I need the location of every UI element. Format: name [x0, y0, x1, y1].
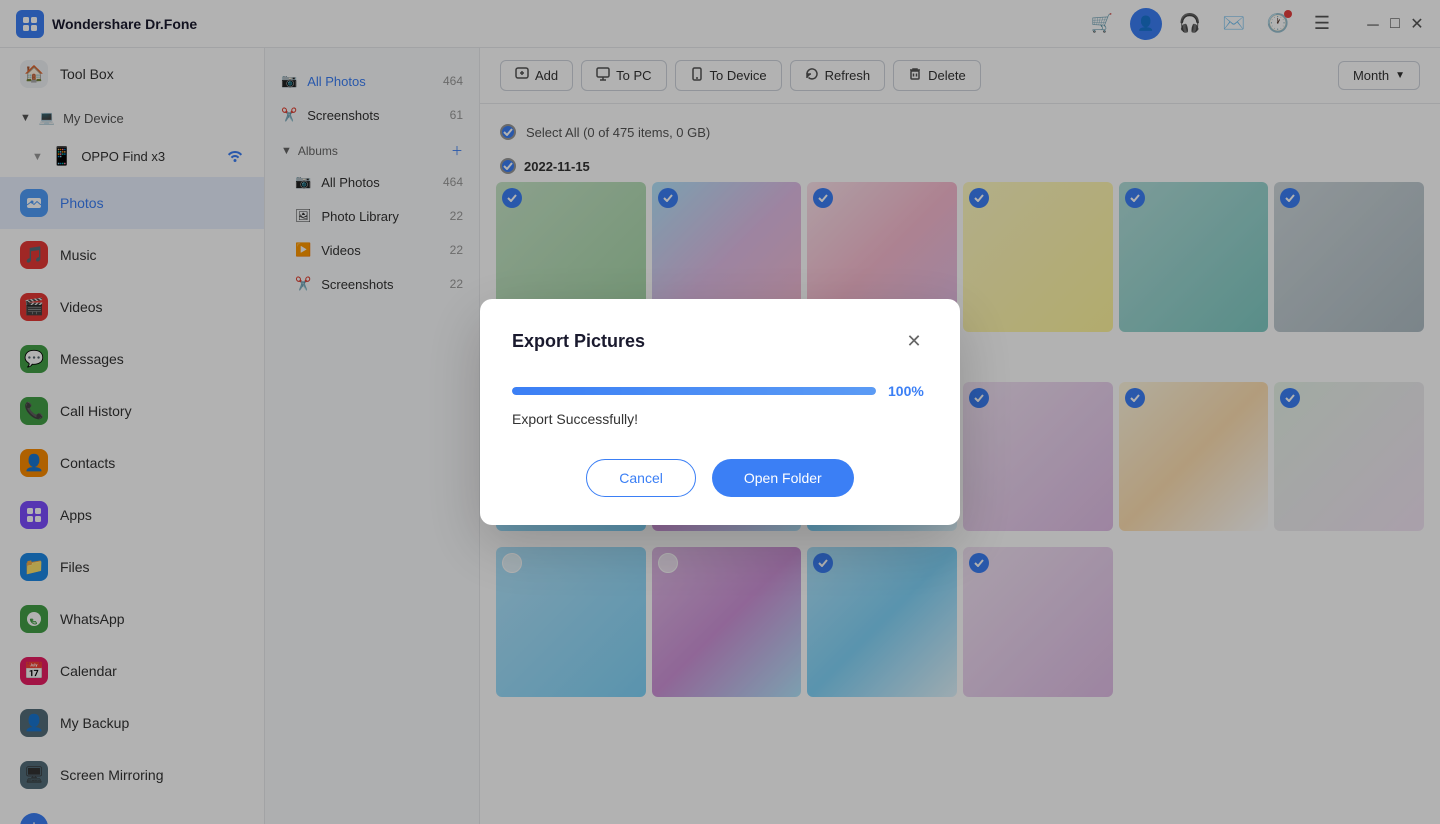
- cancel-button[interactable]: Cancel: [586, 459, 696, 497]
- dialog-close-button[interactable]: ✕: [900, 327, 928, 355]
- export-success-message: Export Successfully!: [512, 411, 928, 427]
- progress-bar-bg: [512, 387, 876, 395]
- progress-bar-fill: [512, 387, 876, 395]
- export-dialog: Export Pictures ✕ 100% Export Successful…: [480, 299, 960, 525]
- open-folder-button[interactable]: Open Folder: [712, 459, 854, 497]
- dialog-title: Export Pictures: [512, 331, 645, 352]
- progress-bar-container: 100%: [512, 383, 928, 399]
- dialog-header: Export Pictures ✕: [512, 327, 928, 355]
- dialog-actions: Cancel Open Folder: [512, 459, 928, 497]
- progress-percent: 100%: [888, 383, 928, 399]
- dialog-overlay: Export Pictures ✕ 100% Export Successful…: [0, 0, 1440, 824]
